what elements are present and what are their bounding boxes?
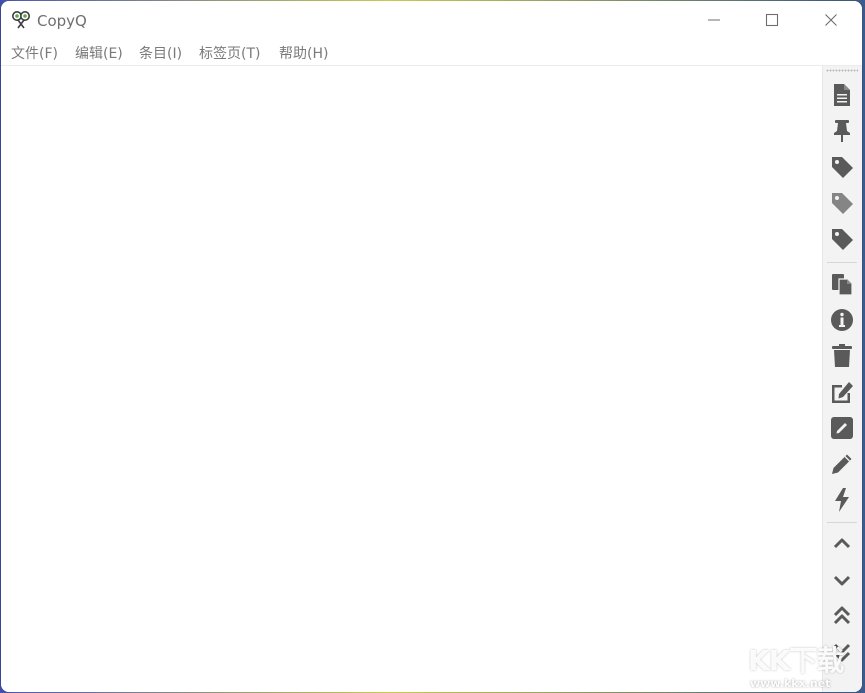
toolbar-grip[interactable]: [826, 69, 858, 72]
info-button[interactable]: [827, 305, 857, 335]
toolbar-separator: [827, 522, 857, 523]
tag-button-2[interactable]: [827, 188, 857, 218]
tag-icon: [830, 155, 854, 179]
chevron-up-icon: [832, 534, 852, 554]
pencil-button[interactable]: [827, 449, 857, 479]
move-bottom-button[interactable]: [827, 637, 857, 667]
edit-icon: [830, 416, 854, 440]
copy-button[interactable]: [827, 269, 857, 299]
info-icon: [830, 308, 854, 332]
clipboard-item-list[interactable]: [1, 66, 820, 692]
close-button[interactable]: [801, 1, 861, 39]
menu-item[interactable]: 条目(I): [139, 43, 182, 63]
edit-button[interactable]: [827, 413, 857, 443]
menu-help[interactable]: 帮助(H): [279, 43, 328, 63]
menu-tabs[interactable]: 标签页(T): [199, 43, 260, 63]
maximize-button[interactable]: [742, 1, 802, 39]
tag-button-1[interactable]: [827, 152, 857, 182]
maximize-icon: [765, 13, 779, 27]
minimize-button[interactable]: [684, 1, 744, 39]
pin-button[interactable]: [827, 116, 857, 146]
menu-bar: 文件(F) 编辑(E) 条目(I) 标签页(T) 帮助(H): [1, 39, 862, 66]
pencil-icon: [830, 452, 854, 476]
copyq-window: CopyQ 文件(F) 编辑(E) 条目(I) 标签页(T) 帮助(H): [1, 1, 862, 692]
minimize-icon: [707, 13, 721, 27]
copyq-logo-icon: [11, 10, 31, 30]
tag-button-3[interactable]: [827, 224, 857, 254]
move-up-button[interactable]: [827, 529, 857, 559]
window-title: CopyQ: [37, 12, 87, 30]
close-icon: [824, 13, 838, 27]
menu-edit[interactable]: 编辑(E): [75, 43, 123, 63]
title-bar[interactable]: CopyQ: [1, 1, 862, 39]
move-top-button[interactable]: [827, 601, 857, 631]
new-document-icon: [832, 83, 852, 107]
copy-icon: [830, 272, 854, 296]
chevron-down-icon: [832, 570, 852, 590]
menu-file[interactable]: 文件(F): [11, 43, 58, 63]
delete-button[interactable]: [827, 341, 857, 371]
item-toolbar: [822, 66, 862, 692]
lightning-icon: [833, 487, 851, 513]
toolbar-separator: [827, 262, 857, 263]
pin-icon: [832, 119, 852, 143]
double-chevron-down-icon: [832, 640, 852, 664]
edit-external-icon: [829, 380, 855, 404]
new-item-button[interactable]: [827, 80, 857, 110]
double-chevron-up-icon: [832, 604, 852, 628]
trash-icon: [831, 344, 853, 368]
tag-icon: [830, 227, 854, 251]
move-down-button[interactable]: [827, 565, 857, 595]
action-button[interactable]: [827, 485, 857, 515]
tag-icon: [830, 191, 854, 215]
edit-external-button[interactable]: [827, 377, 857, 407]
